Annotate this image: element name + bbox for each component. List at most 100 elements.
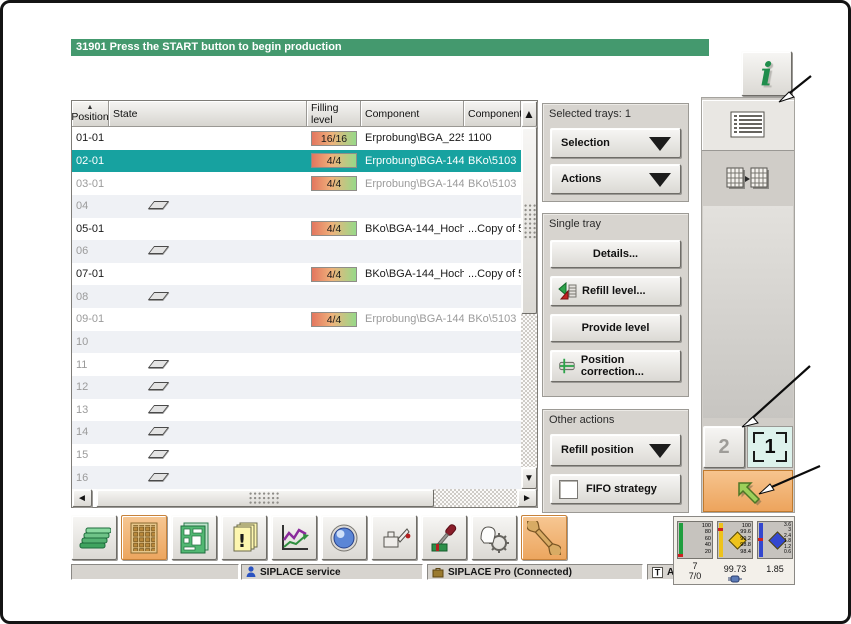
table-row[interactable]: 07-01 4/4 BKo\BGA-144_Hoch ...Copy of 51 [72,262,521,286]
statistics-icon [282,524,309,550]
table-row[interactable]: 08 [72,285,521,308]
refill-position-dropdown[interactable]: Refill position [550,434,681,466]
chevron-down-icon [649,173,671,187]
message-text: 31901 Press the START button to begin pr… [76,41,342,53]
provide-level-button[interactable]: Provide level [550,314,681,342]
toolbar-boards-button[interactable] [71,515,117,560]
refill-level-button[interactable]: Refill level... [550,276,681,306]
station-2-button[interactable]: 2 [703,426,745,468]
cell-position: 06 [76,245,89,258]
tray-pair-icon [726,167,769,189]
focus-corner [776,451,787,462]
scroll-left-button[interactable]: ◄ [72,489,92,507]
fifo-checkbox[interactable] [559,479,578,499]
vertical-scrollbar-track[interactable] [521,314,537,467]
horizontal-scrollbar-track[interactable] [434,489,517,507]
table-row[interactable]: 03-01 4/4 Erprobung\BGA-144_2 BKo\5103 [72,172,521,195]
position-correction-button[interactable]: Position correction... [550,350,681,382]
toolbar-service-button[interactable] [521,515,567,560]
gauge-marker [678,554,683,557]
gauge-ticks: 100 99.6 99.2 98.8 98.4 [740,523,751,555]
scroll-down-button[interactable]: ▼ [521,467,537,489]
gauge-board-count: 100 80 60 40 20 [677,521,713,559]
cell-state [109,291,307,303]
table-row[interactable]: 10 [72,330,521,354]
toolbar-manual-operation-button[interactable] [471,515,517,560]
setup-screwdriver-icon [431,523,457,551]
column-header-position[interactable]: ▲ Position [71,101,109,127]
cell-state [109,381,307,393]
horizontal-scrollbar[interactable]: ◄ ► [72,489,537,507]
table-row[interactable]: 01-01 16/16 Erprobung\BGA_225 1100 [72,127,521,150]
cell-component-2: 1100 [468,132,492,145]
toolbar-vision-system-button[interactable] [321,515,367,560]
table-row[interactable]: 02-01 4/4 Erprobung\BGA-144_1 BKo\5103 [72,149,521,173]
column-header-filling-level[interactable]: Filling level [307,101,361,127]
info-button[interactable]: i [741,51,792,96]
table-row[interactable]: 15 [72,443,521,467]
table-row[interactable]: 16 [72,466,521,489]
actions-dropdown[interactable]: Actions [550,164,681,194]
oil-can-icon [383,527,411,547]
table-row[interactable]: 14 [72,421,521,444]
view-tab-strip: 2 1 [701,97,795,513]
message-bar: 31901 Press the START button to begin pr… [71,39,709,56]
selection-dropdown[interactable]: Selection [550,128,681,158]
siplace-window: 31901 Press the START button to begin pr… [0,0,851,624]
toolbar-error-messages-button[interactable]: ! [221,515,267,560]
tab-tray-view[interactable] [702,152,794,206]
performance-gauge-panel[interactable]: 100 80 60 40 20 100 99.6 99.2 98.8 98.4 3.6 3 2.4 1… [673,516,795,585]
thumb-grip [249,492,281,504]
cell-filling-level: 4/4 [307,176,361,192]
details-button[interactable]: Details... [550,240,681,268]
cell-filling-level: 4/4 [307,266,361,282]
toolbar-component-tables-button[interactable] [121,515,167,560]
vertical-scrollbar[interactable]: ▼ [521,127,537,489]
gauge-quality-rate: 100 99.6 99.2 98.8 98.4 [717,521,753,559]
tray-table: ▲ Position State Filling level Component… [71,100,538,508]
selected-trays-label: Selected trays: 1 [549,108,631,120]
table-row[interactable]: 09-01 4/4 Erprobung\BGA-144_3 BKo\5103 [72,308,521,331]
cell-position: 11 [76,358,88,371]
list-view-icon [730,111,765,138]
status-segment-connection: SIPLACE Pro (Connected) [427,564,643,580]
thumb-grip [524,204,537,240]
status-segment-user: SIPLACE service [241,564,423,580]
column-header-component[interactable]: Component [361,101,464,127]
cell-state [109,200,307,212]
scroll-up-button[interactable]: ▲ [521,101,537,127]
back-button[interactable] [703,470,793,512]
filling-level-badge: 4/4 [311,266,357,282]
tab-list-view[interactable] [702,100,794,151]
empty-tray-icon [147,427,170,436]
cell-position: 08 [76,290,89,303]
scroll-right-button[interactable]: ► [517,489,537,507]
cell-position: 04 [76,200,89,213]
toolbar-maintenance-button[interactable] [371,515,417,560]
plug-icon [728,575,742,583]
table-row[interactable]: 06 [72,240,521,263]
toolbar-pcb-programs-button[interactable] [171,515,217,560]
toolbar-statistics-button[interactable] [271,515,317,560]
table-row[interactable]: 05-01 4/4 BKo\BGA-144_Hoch ...Copy of 51 [72,217,521,241]
horizontal-scrollbar-thumb[interactable] [96,489,434,507]
table-row[interactable]: 11 [72,353,521,376]
table-body: 01-01 16/16 Erprobung\BGA_225 1100 02-01 4/4 E… [72,127,521,489]
table-row[interactable]: 13 [72,398,521,422]
cell-component: Erprobung\BGA-144_3 [365,313,464,326]
vertical-scrollbar-thumb[interactable] [521,127,537,314]
column-header-component-2[interactable]: Component [464,101,522,127]
table-row[interactable]: 04 [72,194,521,218]
table-row[interactable]: 12 [72,375,521,399]
toolbar-setup-button[interactable] [421,515,467,560]
column-header-state[interactable]: State [109,101,307,127]
cell-component-2: BKo\5103 [468,313,517,326]
cell-filling-level: 4/4 [307,311,361,327]
cell-position: 03-01 [76,177,105,190]
other-actions-label: Other actions [549,414,615,426]
station-1-button[interactable]: 1 [747,426,793,468]
fifo-strategy-toggle[interactable]: FIFO strategy [550,474,681,504]
focus-corner [753,432,764,443]
cell-state [109,404,307,416]
cell-position: 16 [76,471,89,484]
